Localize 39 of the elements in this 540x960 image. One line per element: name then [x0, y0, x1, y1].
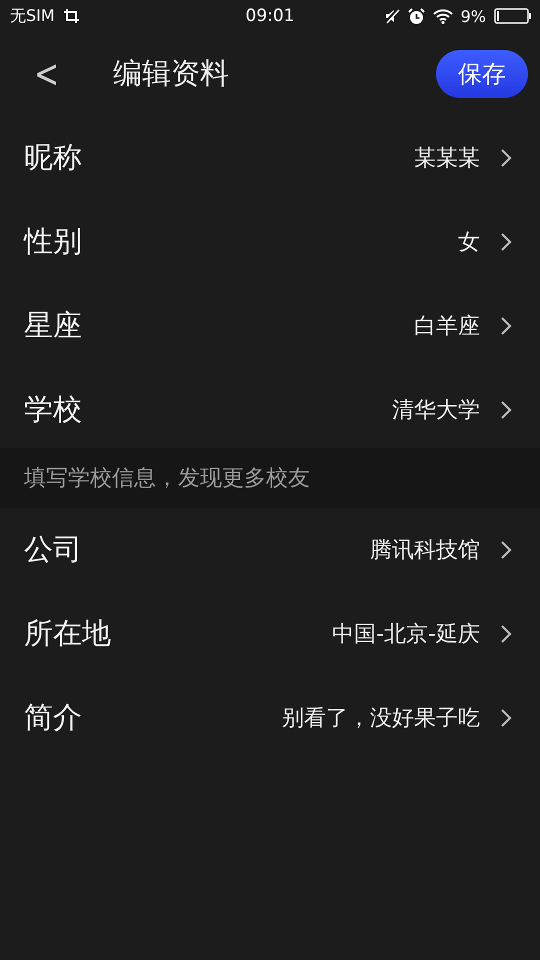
battery-icon: [494, 8, 532, 24]
page-title: 编辑资料: [113, 55, 230, 92]
row-value: 某某某: [414, 145, 480, 173]
settings-row[interactable]: 昵称 某某某: [0, 116, 540, 200]
row-label: 公司: [24, 531, 83, 568]
row-value: 清华大学: [392, 397, 480, 425]
chevron-icon: [500, 232, 512, 252]
row-label: 简介: [24, 699, 83, 736]
row-value: 别看了，没好果子吃: [282, 705, 480, 733]
chevron-icon: [500, 400, 512, 420]
settings-row[interactable]: 简介 别看了，没好果子吃: [0, 676, 540, 760]
row-value: 女: [458, 229, 480, 257]
row-label: 性别: [24, 223, 83, 260]
row-value: 腾讯科技馆: [370, 537, 480, 565]
carrier-label: 无SIM: [10, 6, 55, 26]
settings-row[interactable]: 学校 清华大学: [0, 368, 540, 452]
row-label: 昵称: [24, 139, 83, 176]
settings-row[interactable]: 所在地 中国-北京-延庆: [0, 592, 540, 676]
row-label: 学校: [24, 391, 83, 428]
row-label: 所在地: [24, 615, 112, 652]
clock-time: 09:01: [246, 6, 294, 26]
settings-row[interactable]: 星座 白羊座: [0, 284, 540, 368]
row-value: 中国-北京-延庆: [332, 621, 480, 649]
settings-row[interactable]: 公司 腾讯科技馆: [0, 508, 540, 592]
row-value: 白羊座: [414, 313, 480, 341]
chevron-icon: [500, 540, 512, 560]
chevron-icon: [500, 148, 512, 168]
back-button[interactable]: <: [28, 51, 66, 97]
chevron-icon: [500, 708, 512, 728]
hint-text: 填写学校信息，发现更多校友: [24, 465, 310, 493]
wifi-icon: [432, 8, 453, 24]
save-button[interactable]: 保存: [436, 50, 528, 98]
settings-row[interactable]: 性别 女: [0, 200, 540, 284]
chevron-icon: [500, 624, 512, 644]
mute-icon: [384, 8, 400, 24]
chevron-icon: [500, 316, 512, 336]
row-label: 星座: [24, 307, 83, 344]
battery-percent: 9%: [460, 6, 486, 26]
alarm-icon: [408, 8, 425, 24]
